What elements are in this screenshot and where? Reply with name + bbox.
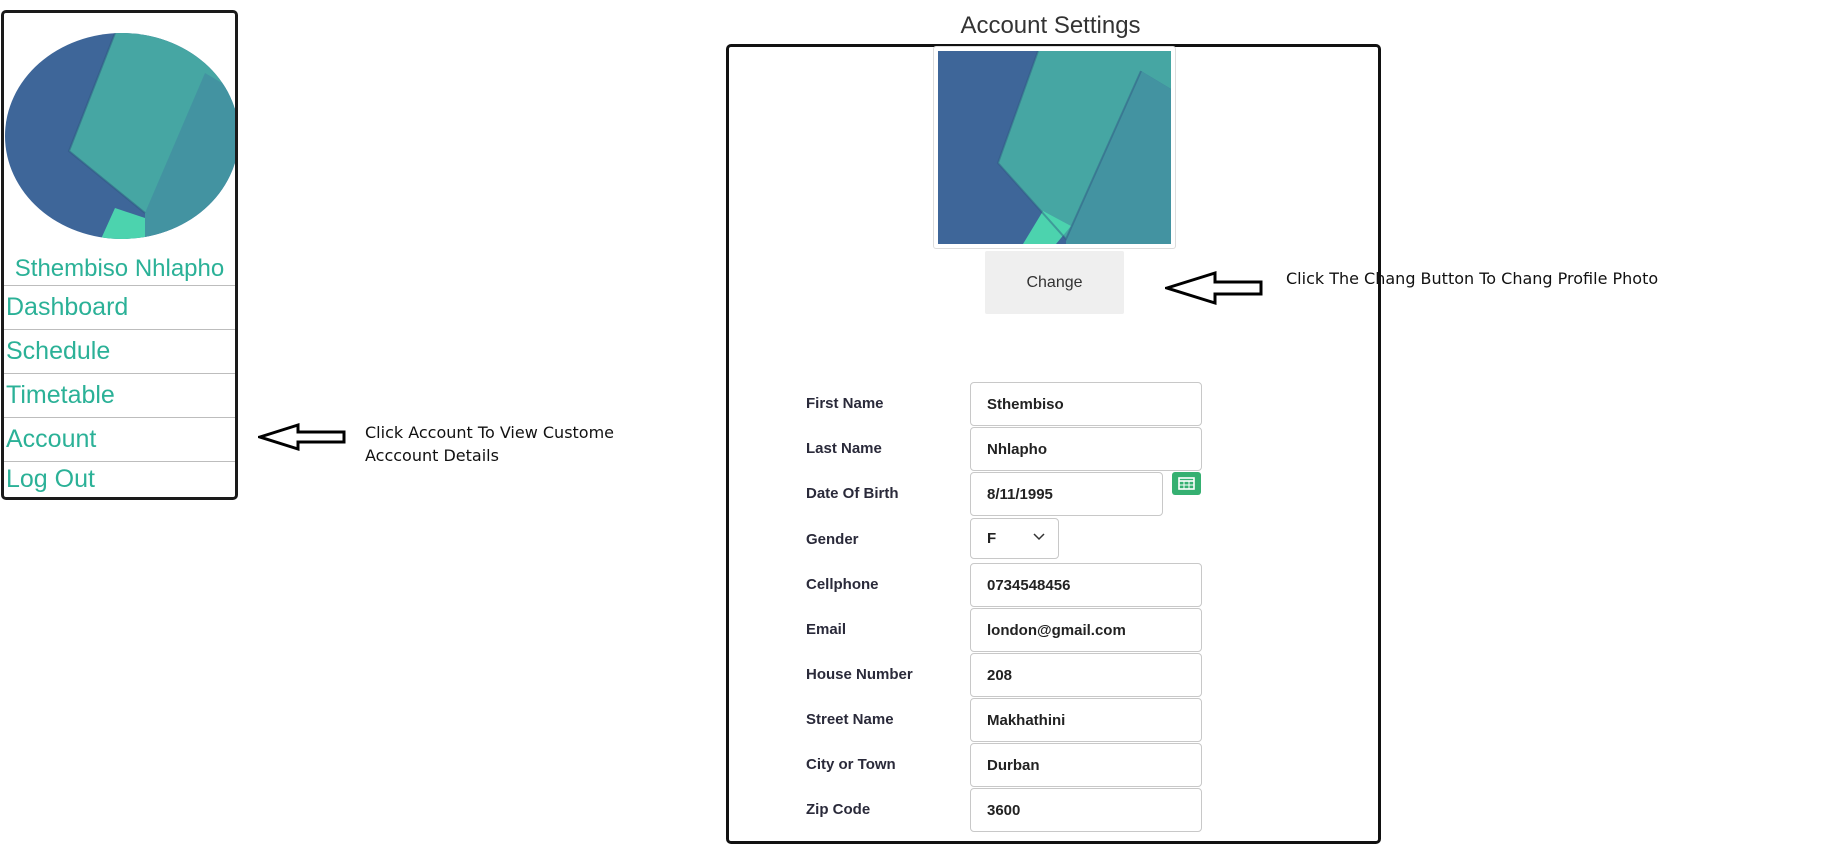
account-note-line: Acccount Details [365,446,499,465]
calendar-button[interactable] [1172,472,1201,495]
sidebar-item-label: Account [6,425,97,453]
cellphone-label: Cellphone [806,576,879,593]
street-name-field[interactable] [970,698,1202,742]
sidebar-item-label: Dashboard [6,293,129,321]
zip-code-label: Zip Code [806,801,871,818]
form-row-dob: Date Of Birth [806,472,1206,516]
sidebar-item-dashboard[interactable]: Dashboard [4,285,235,329]
street-name-label: Street Name [806,711,894,728]
gender-value: F [987,530,997,547]
left-arrow-icon [1165,270,1263,306]
first-name-field[interactable] [970,382,1202,426]
sidebar-item-log-out[interactable]: Log Out [4,461,235,497]
gender-select[interactable]: F [970,518,1059,559]
house-number-label: House Number [806,666,913,683]
last-name-field[interactable] [970,427,1202,471]
sidebar-item-schedule[interactable]: Schedule [4,329,235,373]
user-name: Sthembiso Nhlapho [14,255,225,282]
first-name-label: First Name [806,395,884,412]
gender-label: Gender [806,531,859,548]
last-name-label: Last Name [806,440,882,457]
chevron-down-icon [1033,533,1045,541]
avatar [5,33,235,239]
profile-photo [933,46,1176,249]
cellphone-field[interactable] [970,563,1202,607]
left-arrow-icon [258,422,346,452]
dob-label: Date Of Birth [806,485,899,502]
sidebar-item-account[interactable]: Account [4,417,235,461]
sidebar-item-timetable[interactable]: Timetable [4,373,235,417]
account-note-line: Click Account To View Custome [365,423,615,442]
change-note: Click The Chang Button To Chang Profile … [1286,269,1659,288]
city-field[interactable] [970,743,1202,787]
avatar-image [5,33,235,239]
calendar-icon [1178,477,1195,490]
city-label: City or Town [806,756,896,773]
profile-photo-image [938,51,1171,244]
page-title: Account Settings [960,12,1141,39]
dob-field[interactable] [970,472,1163,516]
sidebar-menu: Dashboard Schedule Timetable Account Log… [4,285,235,497]
change-photo-button[interactable]: Change [985,251,1124,314]
email-label: Email [806,621,847,638]
sidebar-item-label: Log Out [6,465,95,493]
sidebar-item-label: Schedule [6,337,111,365]
house-number-field[interactable] [970,653,1202,697]
account-note: Click Account To View Custome Acccount D… [365,421,614,467]
email-field[interactable] [970,608,1202,652]
sidebar-item-label: Timetable [6,381,115,409]
sidebar: Sthembiso Nhlapho Dashboard Schedule Tim… [1,10,238,500]
zip-code-field[interactable] [970,788,1202,832]
